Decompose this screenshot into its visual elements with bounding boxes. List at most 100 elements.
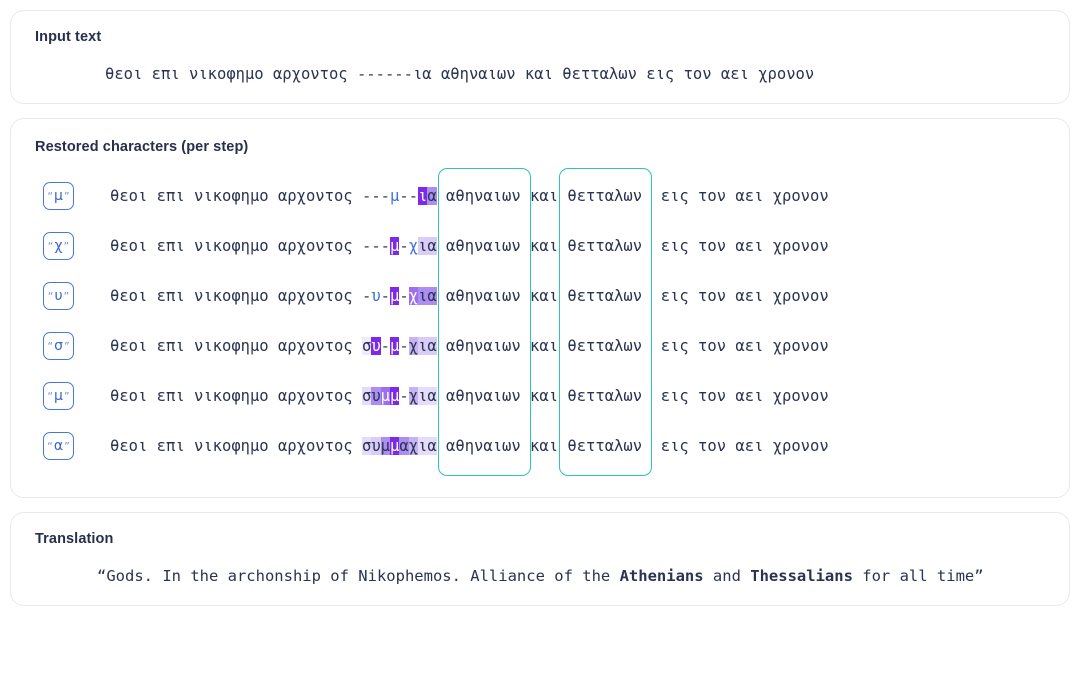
gap-char: μ [390,387,400,405]
quote-close-icon: ” [63,189,70,203]
step-badge[interactable]: “μ” [43,182,74,210]
sequence-conjunction: και [530,437,559,455]
gap-char: σ [361,337,372,355]
sequence-prefix: θεοι επι νικοφημο αρχοντος [110,237,362,255]
restored-characters-card: Restored characters (per step) “μ” θεοι ε… [10,118,1070,498]
gap-char: - [380,287,390,305]
gap-char: α [427,237,437,255]
sequence-prefix: θεοι επι νικοφημο αρχοντος [110,287,362,305]
step-row: “α” θεοι επι νικοφημο αρχοντος συμμαχια α… [35,421,1045,471]
gap-char: - [399,337,409,355]
step-sequence: θεοι επι νικοφημο αρχοντος ---μ--ια αθην… [110,187,829,205]
gap-char: - [380,187,390,205]
predicted-char: υ [371,287,381,305]
input-text-title: Input text [35,29,102,45]
sequence-athenians: αθηναιων [436,287,531,305]
gap-char: - [361,187,372,205]
restored-gap: ---μ--ια [362,187,437,205]
sequence-thessalians: θετταλων [558,187,652,205]
quote-close-icon: ” [63,289,70,303]
sequence-conjunction: και [530,337,559,355]
sequence-thessalians: θετταλων [558,237,652,255]
step-badge[interactable]: “α” [43,432,74,460]
step-badge-char: α [53,438,64,454]
gap-char: - [399,237,409,255]
step-badge-char: μ [54,188,63,204]
gap-char: ι [418,337,428,355]
restored-characters-title: Restored characters (per step) [35,139,249,155]
step-row: “σ” θεοι επι νικοφημο αρχοντος συ-μ-χια α… [35,321,1045,371]
sequence-prefix: θεοι επι νικοφημο αρχοντος [110,437,362,455]
gap-char: χ [408,437,419,455]
quote-close-icon: ” [63,239,70,253]
sequence-athenians: αθηναιων [436,387,531,405]
step-row: “υ” θεοι επι νικοφημο αρχοντος -υ-μ-χια α… [35,271,1045,321]
step-badge-char: χ [54,238,63,254]
translation-text-part: and [703,567,751,585]
step-badge[interactable]: “μ” [43,382,74,410]
step-badge[interactable]: “υ” [43,282,74,310]
gap-char: α [427,287,437,305]
step-sequence: θεοι επι νικοφημο αρχοντος συμμ-χια αθην… [110,387,829,405]
step-row: “μ” θεοι επι νικοφημο αρχοντος συμμ-χια α… [35,371,1045,421]
gap-char: μ [390,437,400,455]
gap-char: α [427,337,437,355]
sequence-suffix: εις τον αει χρονον [651,387,829,405]
restored-gap: -υ-μ-χια [362,287,437,305]
sequence-conjunction: και [530,287,559,305]
gap-char: μ [380,387,390,405]
translation-emphasis: Thessalians [750,567,853,585]
sequence-suffix: εις τον αει χρονον [651,287,829,305]
sequence-thessalians: θετταλων [558,337,652,355]
step-badge[interactable]: “χ” [43,232,74,260]
sequence-suffix: εις τον αει χρονον [651,437,829,455]
translation-card: Translation “Gods. In the archonship of … [10,512,1070,606]
gap-char: ι [418,287,428,305]
sequence-conjunction: και [530,187,559,205]
gap-char: μ [380,437,390,455]
gap-char: - [361,287,372,305]
sequence-conjunction: και [530,237,559,255]
gap-char: υ [371,437,381,455]
sequence-athenians: αθηναιων [436,187,531,205]
sequence-suffix: εις τον αει χρονον [651,337,829,355]
gap-char: - [371,237,381,255]
step-sequence: θεοι επι νικοφημο αρχοντος ---μ-χια αθην… [110,237,829,255]
gap-char: μ [390,287,400,305]
step-sequence: θεοι επι νικοφημο αρχοντος συ-μ-χια αθην… [110,337,829,355]
quote-close-icon: ” [63,389,70,403]
gap-char: ι [418,437,428,455]
translation-emphasis: Athenians [619,567,704,585]
gap-char: χ [408,387,419,405]
gap-char: α [427,387,437,405]
step-badge[interactable]: “σ” [43,332,74,360]
gap-char: - [361,237,372,255]
gap-char: υ [371,387,381,405]
sequence-athenians: αθηναιων [436,437,531,455]
step-badge-char: σ [54,338,63,354]
input-text-value: θεοι επι νικοφημο αρχοντος ------ια αθην… [105,65,815,83]
sequence-prefix: θεοι επι νικοφημο αρχοντος [110,387,362,405]
gap-char: μ [390,237,400,255]
sequence-athenians: αθηναιων [436,337,531,355]
translation-text-part: for all time” [852,567,984,585]
gap-char: χ [408,337,419,355]
restored-gap: ---μ-χια [362,237,437,255]
step-sequence: θεοι επι νικοφημο αρχοντος -υ-μ-χια αθην… [110,287,829,305]
gap-char: χ [408,287,419,305]
step-row: “χ” θεοι επι νικοφημο αρχοντος ---μ-χια α… [35,221,1045,271]
sequence-suffix: εις τον αει χρονον [651,187,829,205]
translation-value: “Gods. In the archonship of Nikophemos. … [35,567,1045,585]
restored-gap: συμμ-χια [361,387,437,405]
gap-char: σ [361,387,372,405]
quote-close-icon: ” [64,439,70,453]
gap-char: μ [390,337,400,355]
gap-char: - [380,237,390,255]
sequence-prefix: θεοι επι νικοφημο αρχοντος [110,337,362,355]
gap-char: υ [371,337,381,355]
restored-gap: συμμαχια [361,437,437,455]
gap-char: ι [418,187,428,205]
sequence-athenians: αθηναιων [436,237,531,255]
sequence-suffix: εις τον αει χρονον [651,237,829,255]
predicted-char: χ [408,237,419,255]
